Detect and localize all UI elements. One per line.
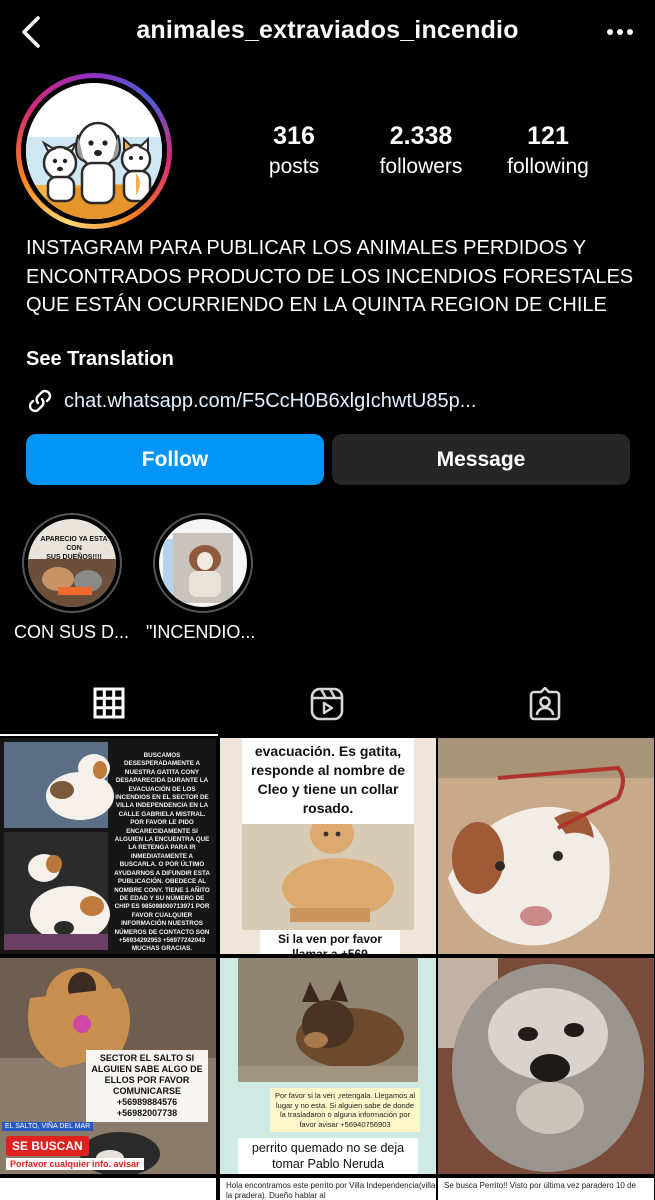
posts-label: posts <box>268 155 320 178</box>
link-icon <box>28 389 52 413</box>
posts-count: 316 <box>273 122 315 150</box>
profile-bio: INSTAGRAM PARA PUBLICAR LOS ANIMALES PER… <box>26 237 634 316</box>
more-options-button[interactable] <box>605 22 635 42</box>
follow-button[interactable]: Follow <box>26 434 324 485</box>
post-text: Por favor si la ven ,retengala. Llegamos… <box>270 1088 420 1132</box>
post-text: BUSCAMOS DESESPERADAMENTE A NUESTRA GATI… <box>114 752 210 954</box>
tab-reels[interactable] <box>218 672 436 736</box>
tab-posts[interactable] <box>0 672 218 736</box>
stat-followers[interactable]: 2.338 followers <box>368 120 474 182</box>
bio-link[interactable]: chat.whatsapp.com/F5CcH0B6xlgIchwtU85p..… <box>26 386 476 416</box>
post-thumbnail[interactable]: Se busca Perrito!! Visto por última vez … <box>438 1178 654 1200</box>
post-caption: perrito quemado no se deja tomar Pablo N… <box>238 1138 418 1174</box>
highlight-cover <box>28 519 116 607</box>
stat-posts[interactable]: 316 posts <box>250 120 338 182</box>
location-tag: EL SALTO, VIÑA DEL MAR <box>2 1122 94 1131</box>
post-thumbnail[interactable] <box>438 958 654 1174</box>
tagged-icon <box>529 687 561 721</box>
post-thumbnail[interactable]: BUSCAMOS DESESPERADAMENTE A NUESTRA GATI… <box>0 738 216 954</box>
grey-dog-photo-image <box>438 958 654 1174</box>
story-ring[interactable] <box>16 73 172 229</box>
post-footer: Si la ven por favor llamar a +569 <box>260 930 400 954</box>
following-label: following <box>507 155 589 178</box>
post-thumbnail[interactable]: evacuación. Es gatita, responde al nombr… <box>220 738 436 954</box>
post-thumbnail[interactable]: SECTOR EL SALTO SI ALGUIEN SABE ALGO DE … <box>0 958 216 1174</box>
highlight-cover-text: APARECIO YA ESTA CON SUS DUEÑOS!!!! <box>40 536 108 561</box>
tab-tagged[interactable] <box>436 672 654 736</box>
pets-illustration-icon <box>26 83 162 219</box>
highlight-con-sus-duenos[interactable]: APARECIO YA ESTA CON SUS DUEÑOS!!!! <box>22 513 122 613</box>
message-button[interactable]: Message <box>332 434 630 485</box>
highlight-cover <box>159 519 247 607</box>
profile-username: animales_extraviados_incendio <box>136 16 519 44</box>
post-thumbnail[interactable] <box>438 738 654 954</box>
reels-icon <box>310 687 344 721</box>
avatar <box>26 83 162 219</box>
followers-count: 2.338 <box>389 122 453 150</box>
highlight-label: CON SUS D... <box>14 622 130 642</box>
post-thumbnail[interactable] <box>0 1178 216 1200</box>
pitbull-photo-image <box>438 738 654 954</box>
highlight-incendio[interactable] <box>153 513 253 613</box>
se-buscan-badge: SE BUSCAN <box>6 1136 89 1156</box>
post-thumbnail[interactable]: Hola encontramos este perrito por Villa … <box>220 1178 436 1200</box>
bio-link-text: chat.whatsapp.com/F5CcH0B6xlgIchwtU85p..… <box>64 389 477 412</box>
posts-grid: BUSCAMOS DESESPERADAMENTE A NUESTRA GATI… <box>0 738 655 1200</box>
post-headline: evacuación. Es gatita, responde al nombr… <box>242 738 414 824</box>
chevron-left-icon <box>22 16 40 48</box>
more-horizontal-icon <box>607 29 633 35</box>
post-note: Porfavor cualquier info. avisar <box>6 1158 144 1170</box>
stat-following[interactable]: 121 following <box>496 120 600 182</box>
top-bar: animales_extraviados_incendio <box>0 0 655 64</box>
back-button[interactable] <box>16 14 46 50</box>
highlight-label: "INCENDIO... <box>146 622 256 642</box>
post-text: Hola encontramos este perrito por Villa … <box>226 1181 436 1200</box>
profile-tabs <box>0 672 655 736</box>
see-translation-link[interactable]: See Translation <box>26 348 174 371</box>
post-text: SECTOR EL SALTO SI ALGUIEN SABE ALGO DE … <box>86 1050 208 1122</box>
post-text: Se busca Perrito!! Visto por última vez … <box>444 1181 636 1190</box>
grid-icon <box>93 687 125 719</box>
following-count: 121 <box>527 122 569 150</box>
post-thumbnail[interactable]: Por favor si la ven ,retengala. Llegamos… <box>220 958 436 1174</box>
followers-label: followers <box>379 155 463 178</box>
